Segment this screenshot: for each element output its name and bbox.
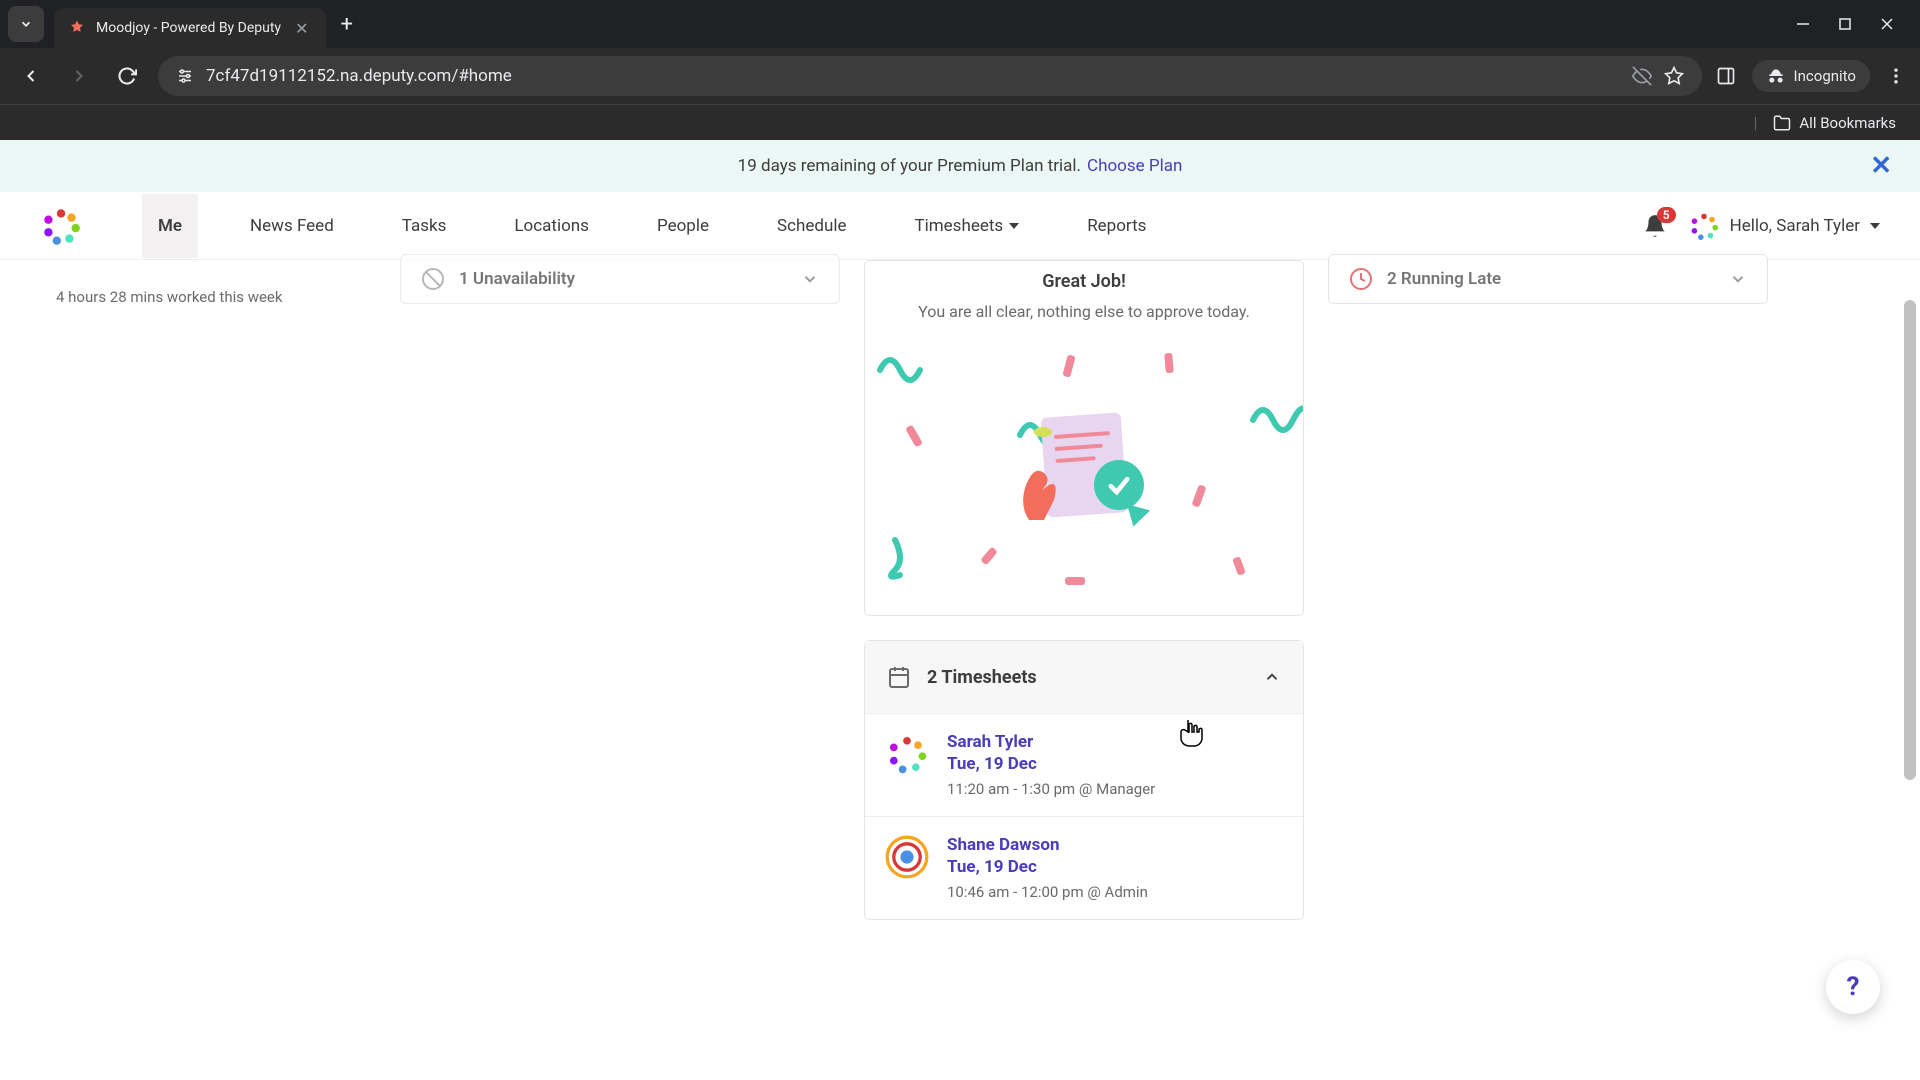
banner-text: 19 days remaining of your Premium Plan t…	[738, 156, 1081, 176]
reload-button[interactable]	[110, 59, 144, 93]
nav-tasks[interactable]: Tasks	[386, 194, 463, 258]
nav-locations[interactable]: Locations	[498, 194, 605, 258]
nav-reports[interactable]: Reports	[1071, 194, 1162, 258]
help-icon: ?	[1847, 972, 1860, 1002]
caret-down-icon	[1009, 221, 1019, 231]
nav-timesheets[interactable]: Timesheets	[898, 194, 1035, 258]
back-button[interactable]	[14, 59, 48, 93]
bookmarks-bar: | All Bookmarks	[0, 104, 1920, 140]
side-panel-icon[interactable]	[1716, 66, 1736, 86]
timesheets-header[interactable]: 2 Timesheets	[865, 641, 1303, 713]
approve-title: Great Job!	[865, 271, 1303, 292]
incognito-icon	[1766, 66, 1786, 86]
user-avatar-icon	[1688, 210, 1720, 242]
bell-badge: 5	[1657, 207, 1676, 223]
nav-newsfeed[interactable]: News Feed	[234, 194, 350, 258]
approve-card: Great Job! You are all clear, nothing el…	[864, 260, 1304, 616]
url-bar[interactable]: 7cf47d19112152.na.deputy.com/#home	[158, 56, 1702, 96]
tab-search-button[interactable]	[8, 6, 44, 42]
help-button[interactable]: ?	[1826, 960, 1880, 1014]
deputy-logo-icon[interactable]	[40, 205, 82, 247]
avatar-icon	[885, 732, 929, 776]
maximize-button[interactable]	[1838, 17, 1852, 31]
timesheet-time: 10:46 am - 12:00 pm @ Admin	[947, 883, 1148, 901]
incognito-label: Incognito	[1794, 67, 1856, 85]
timesheet-name: Shane Dawson	[947, 835, 1148, 855]
chevron-up-icon	[1263, 668, 1281, 686]
clock-alert-icon	[1349, 267, 1373, 291]
nav-schedule[interactable]: Schedule	[761, 194, 862, 258]
nav-timesheets-label: Timesheets	[914, 216, 1003, 236]
all-bookmarks-button[interactable]: All Bookmarks	[1773, 113, 1896, 132]
timesheet-row[interactable]: Shane Dawson Tue, 19 Dec 10:46 am - 12:0…	[865, 816, 1303, 919]
folder-icon	[1773, 114, 1791, 132]
timesheets-title: 2 Timesheets	[927, 667, 1247, 688]
notifications-button[interactable]: 5	[1642, 213, 1668, 239]
eye-off-icon[interactable]	[1632, 66, 1652, 86]
timesheet-name: Sarah Tyler	[947, 732, 1155, 752]
celebration-illustration	[865, 335, 1303, 595]
nav-me[interactable]: Me	[142, 194, 198, 258]
incognito-badge[interactable]: Incognito	[1752, 60, 1870, 92]
url-text: 7cf47d19112152.na.deputy.com/#home	[206, 66, 1620, 86]
timesheet-date: Tue, 19 Dec	[947, 754, 1155, 774]
timesheet-row[interactable]: Sarah Tyler Tue, 19 Dec 11:20 am - 1:30 …	[865, 713, 1303, 816]
nav-people[interactable]: People	[641, 194, 725, 258]
tab-close-button[interactable]: ✕	[291, 19, 312, 38]
running-late-card[interactable]: 2 Running Late	[1328, 254, 1768, 304]
star-icon[interactable]	[1664, 66, 1684, 86]
banner-close-button[interactable]: ✕	[1870, 151, 1892, 181]
forward-button[interactable]	[62, 59, 96, 93]
browser-tab[interactable]: Moodjoy - Powered By Deputy ✕	[54, 8, 326, 48]
chevron-down-icon	[19, 17, 33, 31]
all-bookmarks-label: All Bookmarks	[1799, 114, 1896, 132]
chevron-down-icon	[1729, 270, 1747, 288]
calendar-icon	[887, 665, 911, 689]
close-window-button[interactable]	[1880, 17, 1894, 31]
site-settings-icon[interactable]	[176, 67, 194, 85]
timesheets-card: 2 Timesheets Sarah Tyler Tue, 19 Dec 11:…	[864, 640, 1304, 920]
browser-nav-bar: 7cf47d19112152.na.deputy.com/#home Incog…	[0, 48, 1920, 104]
unavailability-card[interactable]: 1 Unavailability	[400, 254, 840, 304]
tab-bar: Moodjoy - Powered By Deputy ✕ +	[0, 0, 1920, 48]
unavailability-title: 1 Unavailability	[459, 269, 787, 289]
divider: |	[1753, 113, 1757, 132]
timesheet-date: Tue, 19 Dec	[947, 857, 1148, 877]
worked-this-week: 4 hours 28 mins worked this week	[56, 288, 376, 306]
caret-down-icon	[1870, 221, 1880, 231]
minimize-button[interactable]	[1796, 17, 1810, 31]
chevron-down-icon	[801, 270, 819, 288]
avatar-icon	[885, 835, 929, 879]
running-late-title: 2 Running Late	[1387, 269, 1715, 289]
ban-icon	[421, 267, 445, 291]
scrollbar[interactable]	[1902, 140, 1918, 1044]
tab-title: Moodjoy - Powered By Deputy	[96, 20, 281, 36]
trial-banner: 19 days remaining of your Premium Plan t…	[0, 140, 1920, 192]
scrollbar-thumb[interactable]	[1904, 300, 1916, 780]
new-tab-button[interactable]: +	[340, 12, 352, 37]
timesheet-time: 11:20 am - 1:30 pm @ Manager	[947, 780, 1155, 798]
app-nav: Me News Feed Tasks Locations People Sche…	[0, 192, 1920, 260]
kebab-menu-icon[interactable]	[1886, 66, 1906, 86]
choose-plan-link[interactable]: Choose Plan	[1087, 156, 1182, 176]
approve-subtext: You are all clear, nothing else to appro…	[865, 292, 1303, 335]
user-menu[interactable]: Hello, Sarah Tyler	[1688, 210, 1880, 242]
deputy-favicon-icon	[68, 19, 86, 37]
user-greeting: Hello, Sarah Tyler	[1730, 216, 1860, 236]
